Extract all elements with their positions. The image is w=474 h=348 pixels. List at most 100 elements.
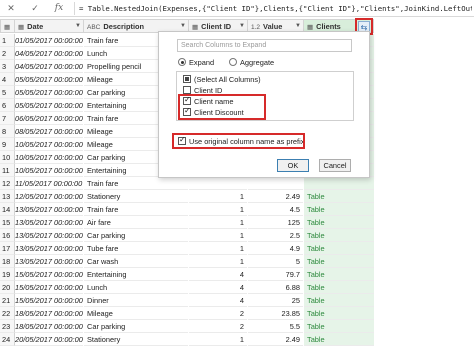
table-menu-button[interactable]: ▦ (0, 19, 15, 33)
clients-table-link[interactable]: Table (304, 320, 374, 333)
description-cell[interactable]: Lunch (84, 281, 188, 294)
date-cell[interactable]: 18/05/2017 00:00:00 (15, 307, 83, 320)
date-cell[interactable]: 05/05/2017 00:00:00 (15, 73, 83, 86)
date-cell[interactable]: 01/05/2017 00:00:00 (15, 34, 83, 47)
row-number: 6 (0, 99, 15, 112)
description-cell[interactable]: Car parking (84, 229, 188, 242)
client-id-cell[interactable]: 1 (189, 190, 247, 203)
client-id-cell[interactable] (189, 177, 247, 190)
client-id-cell[interactable]: 1 (189, 203, 247, 216)
ok-button[interactable]: OK (277, 159, 309, 172)
value-cell[interactable]: 79.7 (248, 268, 303, 281)
search-columns-input[interactable]: Search Columns to Expand (177, 39, 352, 52)
date-cell[interactable]: 10/05/2017 00:00:00 (15, 164, 83, 177)
formula-input[interactable]: = Table.NestedJoin(Expenses,{"Client ID"… (74, 2, 472, 15)
client-id-cell[interactable]: 2 (189, 307, 247, 320)
value-cell[interactable]: 6.88 (248, 281, 303, 294)
date-cell[interactable]: 11/05/2017 00:00:00 (15, 177, 83, 190)
clients-table-link[interactable]: Table (304, 203, 374, 216)
date-cell[interactable]: 20/05/2017 00:00:00 (15, 333, 83, 346)
row-number: 15 (0, 216, 15, 229)
value-cell[interactable]: 25 (248, 294, 303, 307)
clients-table-link[interactable]: Table (304, 242, 374, 255)
date-cell[interactable]: 15/05/2017 00:00:00 (15, 294, 83, 307)
client-id-cell[interactable]: 4 (189, 281, 247, 294)
cancel-formula-icon[interactable]: ✕ (4, 2, 18, 15)
commit-formula-icon[interactable]: ✓ (28, 2, 42, 15)
expand-label: Expand (189, 58, 215, 67)
value-cell[interactable]: 2.49 (248, 190, 303, 203)
date-cell[interactable]: 04/05/2017 00:00:00 (15, 47, 83, 60)
description-cell[interactable]: Stationery (84, 333, 188, 346)
date-cell[interactable]: 10/05/2017 00:00:00 (15, 138, 83, 151)
date-cell[interactable]: 15/05/2017 00:00:00 (15, 281, 83, 294)
column-label: Description (103, 22, 145, 31)
value-cell[interactable]: 4.9 (248, 242, 303, 255)
description-cell[interactable]: Air fare (84, 216, 188, 229)
description-cell[interactable]: Mileage (84, 307, 188, 320)
value-cell[interactable]: 4.5 (248, 203, 303, 216)
client-id-cell[interactable]: 1 (189, 255, 247, 268)
row-number: 7 (0, 112, 15, 125)
clients-table-link[interactable]: Table (304, 216, 374, 229)
clients-table-link[interactable]: Table (304, 190, 374, 203)
row-number: 16 (0, 229, 15, 242)
description-cell[interactable]: Car wash (84, 255, 188, 268)
date-cell[interactable]: 04/05/2017 00:00:00 (15, 60, 83, 73)
clients-table-link[interactable]: Table (304, 294, 374, 307)
aggregate-radio[interactable]: Aggregate (229, 58, 274, 68)
clients-table-link[interactable]: Table (304, 333, 374, 346)
date-cell[interactable]: 13/05/2017 00:00:00 (15, 229, 83, 242)
value-cell[interactable]: 23.85 (248, 307, 303, 320)
description-cell[interactable]: Train fare (84, 203, 188, 216)
description-cell[interactable]: Dinner (84, 294, 188, 307)
description-cell[interactable]: Entertaining (84, 268, 188, 281)
client-id-cell[interactable]: 1 (189, 333, 247, 346)
value-cell[interactable]: 5.5 (248, 320, 303, 333)
date-cell[interactable]: 13/05/2017 00:00:00 (15, 242, 83, 255)
column-label: Client ID (201, 22, 232, 31)
select-all-checkbox[interactable]: (Select All Columns) (183, 75, 261, 85)
date-cell[interactable]: 06/05/2017 00:00:00 (15, 112, 83, 125)
client-id-cell[interactable]: 2 (189, 320, 247, 333)
checked-columns-highlight (178, 94, 266, 120)
date-cell[interactable]: 13/05/2017 00:00:00 (15, 255, 83, 268)
clients-table-link[interactable] (304, 177, 374, 190)
value-cell[interactable]: 2.49 (248, 333, 303, 346)
cancel-button[interactable]: Cancel (319, 159, 351, 172)
fx-icon[interactable]: fx (52, 2, 66, 15)
date-cell[interactable]: 05/05/2017 00:00:00 (15, 86, 83, 99)
client-id-cell[interactable]: 4 (189, 268, 247, 281)
client-id-cell[interactable]: 1 (189, 216, 247, 229)
date-cell[interactable]: 15/05/2017 00:00:00 (15, 268, 83, 281)
row-number: 17 (0, 242, 15, 255)
date-cell[interactable]: 18/05/2017 00:00:00 (15, 320, 83, 333)
description-cell[interactable]: Train fare (84, 177, 188, 190)
clients-table-link[interactable]: Table (304, 255, 374, 268)
client-id-cell[interactable]: 4 (189, 294, 247, 307)
date-cell[interactable]: 13/05/2017 00:00:00 (15, 216, 83, 229)
date-cell[interactable]: 10/05/2017 00:00:00 (15, 151, 83, 164)
client-id-cell[interactable]: 1 (189, 229, 247, 242)
value-cell[interactable]: 5 (248, 255, 303, 268)
client-id-cell[interactable]: 1 (189, 242, 247, 255)
date-cell[interactable]: 08/05/2017 00:00:00 (15, 125, 83, 138)
clients-table-link[interactable]: Table (304, 281, 374, 294)
chevron-down-icon[interactable]: ▼ (75, 20, 81, 32)
date-cell[interactable]: 12/05/2017 00:00:00 (15, 190, 83, 203)
column-header-date[interactable]: ▦ Date ▼ (15, 19, 84, 33)
date-cell[interactable]: 05/05/2017 00:00:00 (15, 99, 83, 112)
value-cell[interactable]: 2.5 (248, 229, 303, 242)
clients-table-link[interactable]: Table (304, 229, 374, 242)
value-cell[interactable]: 125 (248, 216, 303, 229)
clients-table-link[interactable]: Table (304, 268, 374, 281)
description-cell[interactable]: Stationery (84, 190, 188, 203)
row-number: 9 (0, 138, 15, 151)
expand-radio[interactable]: Expand (178, 58, 214, 68)
description-cell[interactable]: Tube fare (84, 242, 188, 255)
clients-table-link[interactable]: Table (304, 307, 374, 320)
description-cell[interactable]: Car parking (84, 320, 188, 333)
value-cell[interactable] (248, 177, 303, 190)
date-cell[interactable]: 13/05/2017 00:00:00 (15, 203, 83, 216)
row-number: 18 (0, 255, 15, 268)
